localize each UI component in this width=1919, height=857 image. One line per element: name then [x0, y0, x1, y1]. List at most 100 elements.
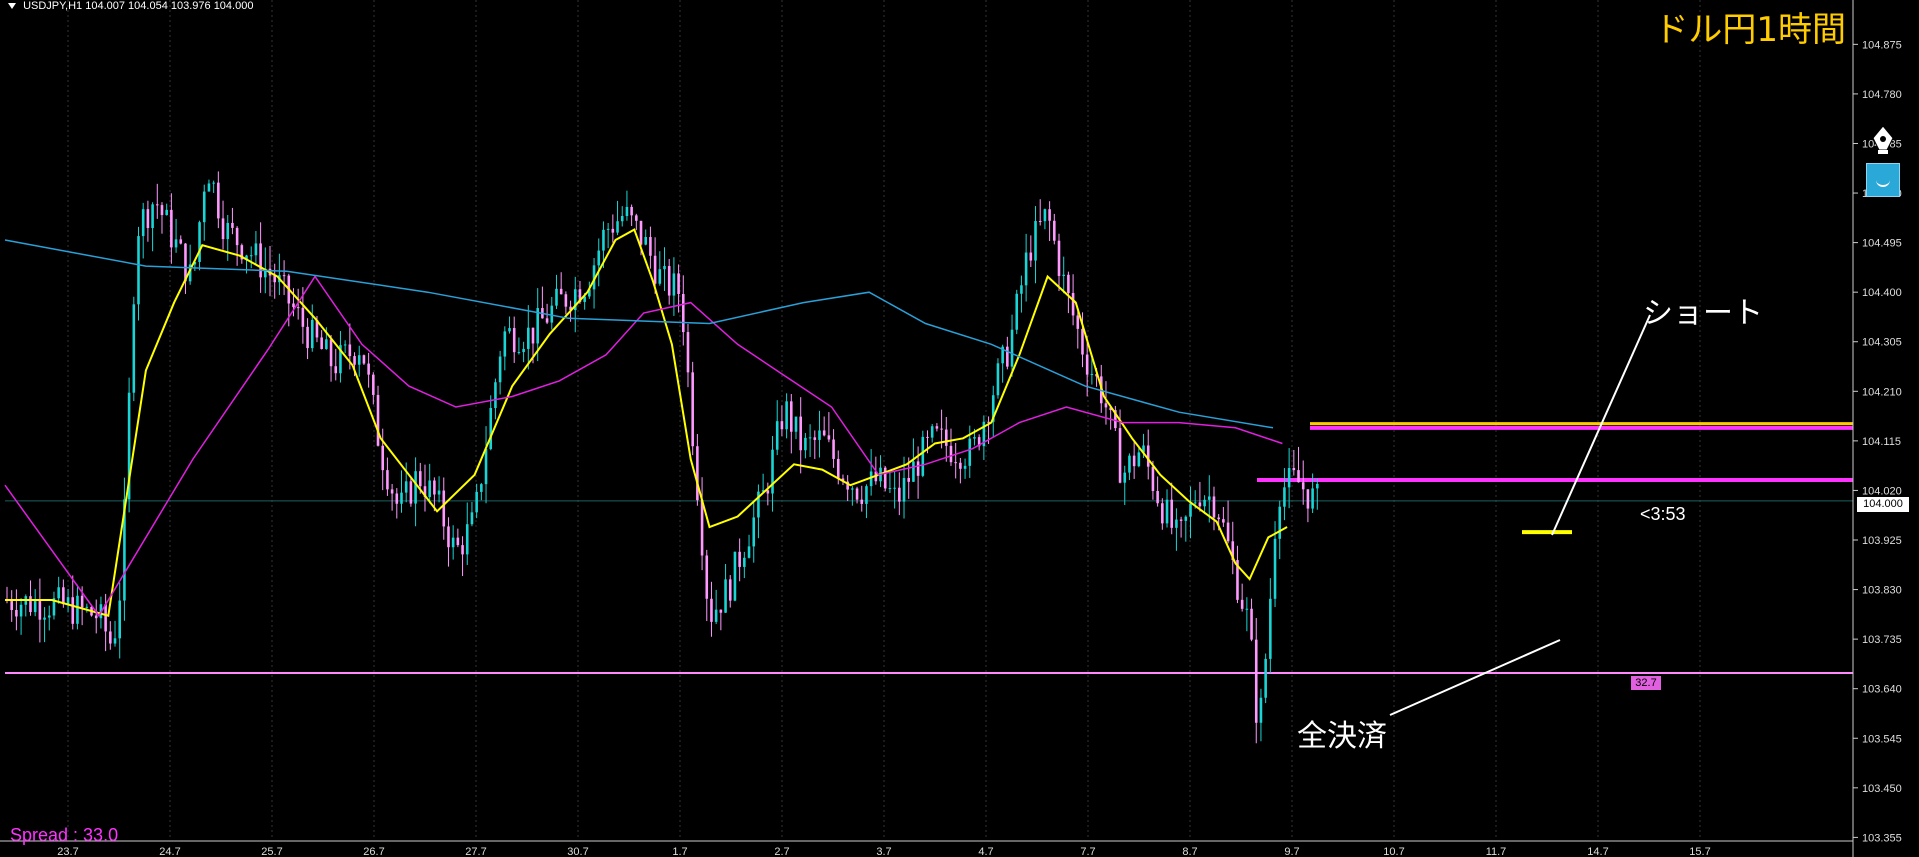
candle-body: [517, 352, 521, 354]
candle-body: [611, 228, 615, 233]
candle-body: [94, 615, 98, 619]
candle-body: [221, 218, 225, 240]
smile-button-icon[interactable]: [1866, 163, 1900, 197]
candle-body: [329, 339, 333, 367]
candle-body: [1264, 658, 1267, 698]
symbol-header: USDJPY,H1 104.007 104.054 103.976 104.00…: [8, 0, 253, 12]
candle-body: [865, 486, 868, 504]
candle-body: [696, 446, 699, 501]
candle-body: [357, 355, 361, 365]
annotation-lines: [1389, 314, 1651, 716]
bar-countdown: <3:53: [1640, 504, 1686, 524]
candle-body: [207, 183, 211, 192]
candle-body: [602, 229, 605, 251]
date-tick-label: 23.7: [57, 846, 78, 857]
price-tick-label: 104.780: [1862, 89, 1902, 101]
close-all-annotation: 全決済: [1297, 719, 1387, 754]
candle-body: [545, 318, 549, 323]
ohlc-values: 104.007 104.054 103.976 104.000: [85, 0, 254, 12]
candle-body: [76, 595, 79, 624]
candle-body: [630, 206, 633, 216]
price-tick-label: 103.450: [1862, 783, 1902, 795]
candle-body: [743, 557, 746, 567]
moving-average-line: [4, 275, 1283, 618]
candle-body: [480, 484, 483, 492]
candle-body: [1048, 209, 1051, 221]
candle-body: [146, 209, 150, 229]
candle-body: [1207, 496, 1211, 500]
price-tick-label: 104.115: [1862, 436, 1901, 448]
candle-body: [902, 477, 906, 502]
candle-body: [498, 356, 502, 383]
candle-body: [790, 401, 793, 432]
candle-body: [921, 436, 925, 476]
candle-body: [1240, 599, 1244, 609]
candle-body: [433, 480, 436, 495]
candle-body: [1175, 519, 1178, 528]
candle-body: [386, 470, 389, 490]
candle-body: [822, 430, 826, 436]
date-tick-label: 1.7: [672, 846, 687, 857]
candle-body: [151, 204, 154, 229]
candle-body: [202, 191, 206, 223]
candle-body: [1316, 483, 1319, 489]
candle-body: [428, 480, 431, 498]
candle-body: [691, 372, 694, 447]
date-tick-label: 2.7: [774, 846, 789, 857]
date-tick-label: 14.7: [1587, 846, 1608, 857]
candle-body: [818, 430, 821, 440]
candle-body: [1226, 522, 1230, 542]
candle-body: [954, 462, 957, 464]
candle-body: [400, 492, 403, 504]
candles: [5, 171, 1319, 744]
candle-body: [508, 328, 511, 332]
candle-body: [62, 587, 65, 605]
candle-body: [635, 215, 638, 221]
candle-body: [38, 600, 42, 620]
candle-body: [381, 445, 385, 471]
candle-body: [1217, 517, 1220, 520]
candle-body: [686, 332, 690, 373]
candle-body: [663, 266, 666, 270]
candle-body: [1081, 328, 1084, 355]
candle-body: [728, 579, 732, 601]
candle-body: [1170, 499, 1174, 528]
candle-body: [155, 204, 159, 206]
candle-body: [907, 477, 911, 482]
date-tick-label: 7.7: [1080, 846, 1095, 857]
candle-body: [1287, 468, 1291, 488]
candle-body: [996, 363, 1000, 396]
candle-body: [1189, 503, 1192, 517]
date-tick-label: 10.7: [1383, 846, 1404, 857]
price-tick-label: 104.875: [1862, 39, 1902, 51]
candle-body: [362, 355, 366, 364]
dropdown-triangle-icon[interactable]: [8, 3, 16, 10]
candle-body: [231, 222, 234, 228]
candle-body: [470, 512, 474, 525]
candle-body: [372, 374, 375, 395]
price-tick-label: 104.495: [1862, 238, 1902, 250]
candle-body: [456, 537, 460, 546]
chart-grid: [67, 0, 1701, 840]
candle-body: [1118, 428, 1122, 483]
pen-nib-icon[interactable]: [1865, 122, 1901, 158]
candle-body: [1024, 252, 1028, 286]
candle-body: [376, 394, 380, 446]
candle-body: [719, 609, 723, 613]
candle-body: [1062, 274, 1065, 276]
candle-body: [973, 437, 976, 439]
candle-body: [259, 243, 262, 278]
candle-body: [1132, 455, 1136, 467]
candle-body: [597, 250, 601, 266]
candle-body: [109, 631, 112, 644]
candle-body: [334, 366, 338, 374]
candle-body: [310, 319, 314, 349]
candle-body: [1254, 639, 1258, 723]
candle-body: [179, 239, 183, 244]
candle-body: [1146, 445, 1150, 467]
candle-body: [893, 487, 896, 489]
candle-body: [1198, 502, 1202, 507]
candle-body: [282, 275, 286, 277]
candle-body: [1128, 455, 1131, 473]
candle-body: [555, 288, 558, 306]
